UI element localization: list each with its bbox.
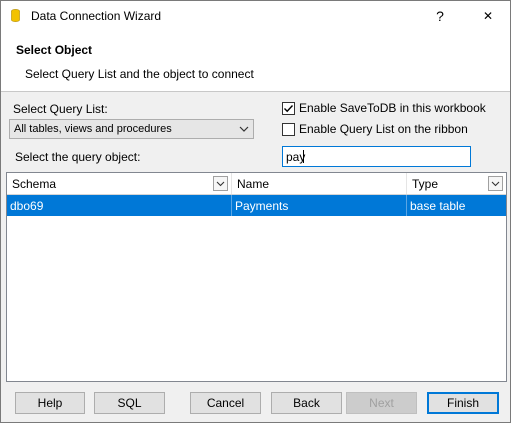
checkmark-icon [284,105,294,113]
query-list-label: Select Query List: [13,102,108,116]
objects-grid[interactable]: Schema Name Type dbo69 Payments base tab… [6,172,507,382]
text-caret [303,150,304,163]
filter-dropdown-icon[interactable] [213,176,228,191]
enable-savetodb-label: Enable SaveToDB in this workbook [299,101,486,115]
cancel-button[interactable]: Cancel [190,392,261,414]
close-icon[interactable]: ✕ [479,6,497,26]
finish-button[interactable]: Finish [427,392,499,414]
query-list-dropdown[interactable]: All tables, views and procedures [9,119,254,139]
help-button[interactable]: Help [15,392,85,414]
query-list-value: All tables, views and procedures [14,123,172,135]
grid-header: Schema Name Type [7,173,506,195]
column-header-type[interactable]: Type [407,173,506,194]
column-header-schema[interactable]: Schema [7,173,232,194]
back-button[interactable]: Back [271,392,342,414]
cell-text: dbo69 [10,199,44,213]
window-title: Data Connection Wizard [31,9,162,23]
cell-text: base table [410,199,466,213]
chevron-down-icon [239,126,249,132]
data-connection-wizard-window: Data Connection Wizard ? ✕ Select Object… [0,0,511,423]
cell-name: Payments [232,195,407,216]
cell-text: Payments [235,199,289,213]
column-header-label: Schema [12,177,57,191]
column-header-label: Name [237,177,270,191]
enable-ribbon-checkbox[interactable] [282,123,295,136]
column-header-name[interactable]: Name [232,173,407,194]
database-icon [11,9,20,22]
title-bar: Data Connection Wizard ? ✕ [1,1,510,31]
sql-button[interactable]: SQL [94,392,165,414]
page-subtitle: Select Query List and the object to conn… [25,67,254,81]
enable-ribbon-label: Enable Query List on the ribbon [299,122,468,136]
query-object-input[interactable]: pay [282,146,471,167]
cell-schema: dbo69 [7,195,232,216]
page-title: Select Object [16,43,93,57]
column-header-label: Type [412,177,439,191]
table-row[interactable]: dbo69 Payments base table [7,195,506,216]
enable-savetodb-checkbox[interactable] [282,102,295,115]
cell-type: base table [407,195,506,216]
filter-dropdown-icon[interactable] [488,176,503,191]
wizard-header: Select Object Select Query List and the … [1,31,510,92]
next-button[interactable]: Next [346,392,417,414]
help-icon[interactable]: ? [432,7,448,25]
query-object-label: Select the query object: [15,150,141,164]
